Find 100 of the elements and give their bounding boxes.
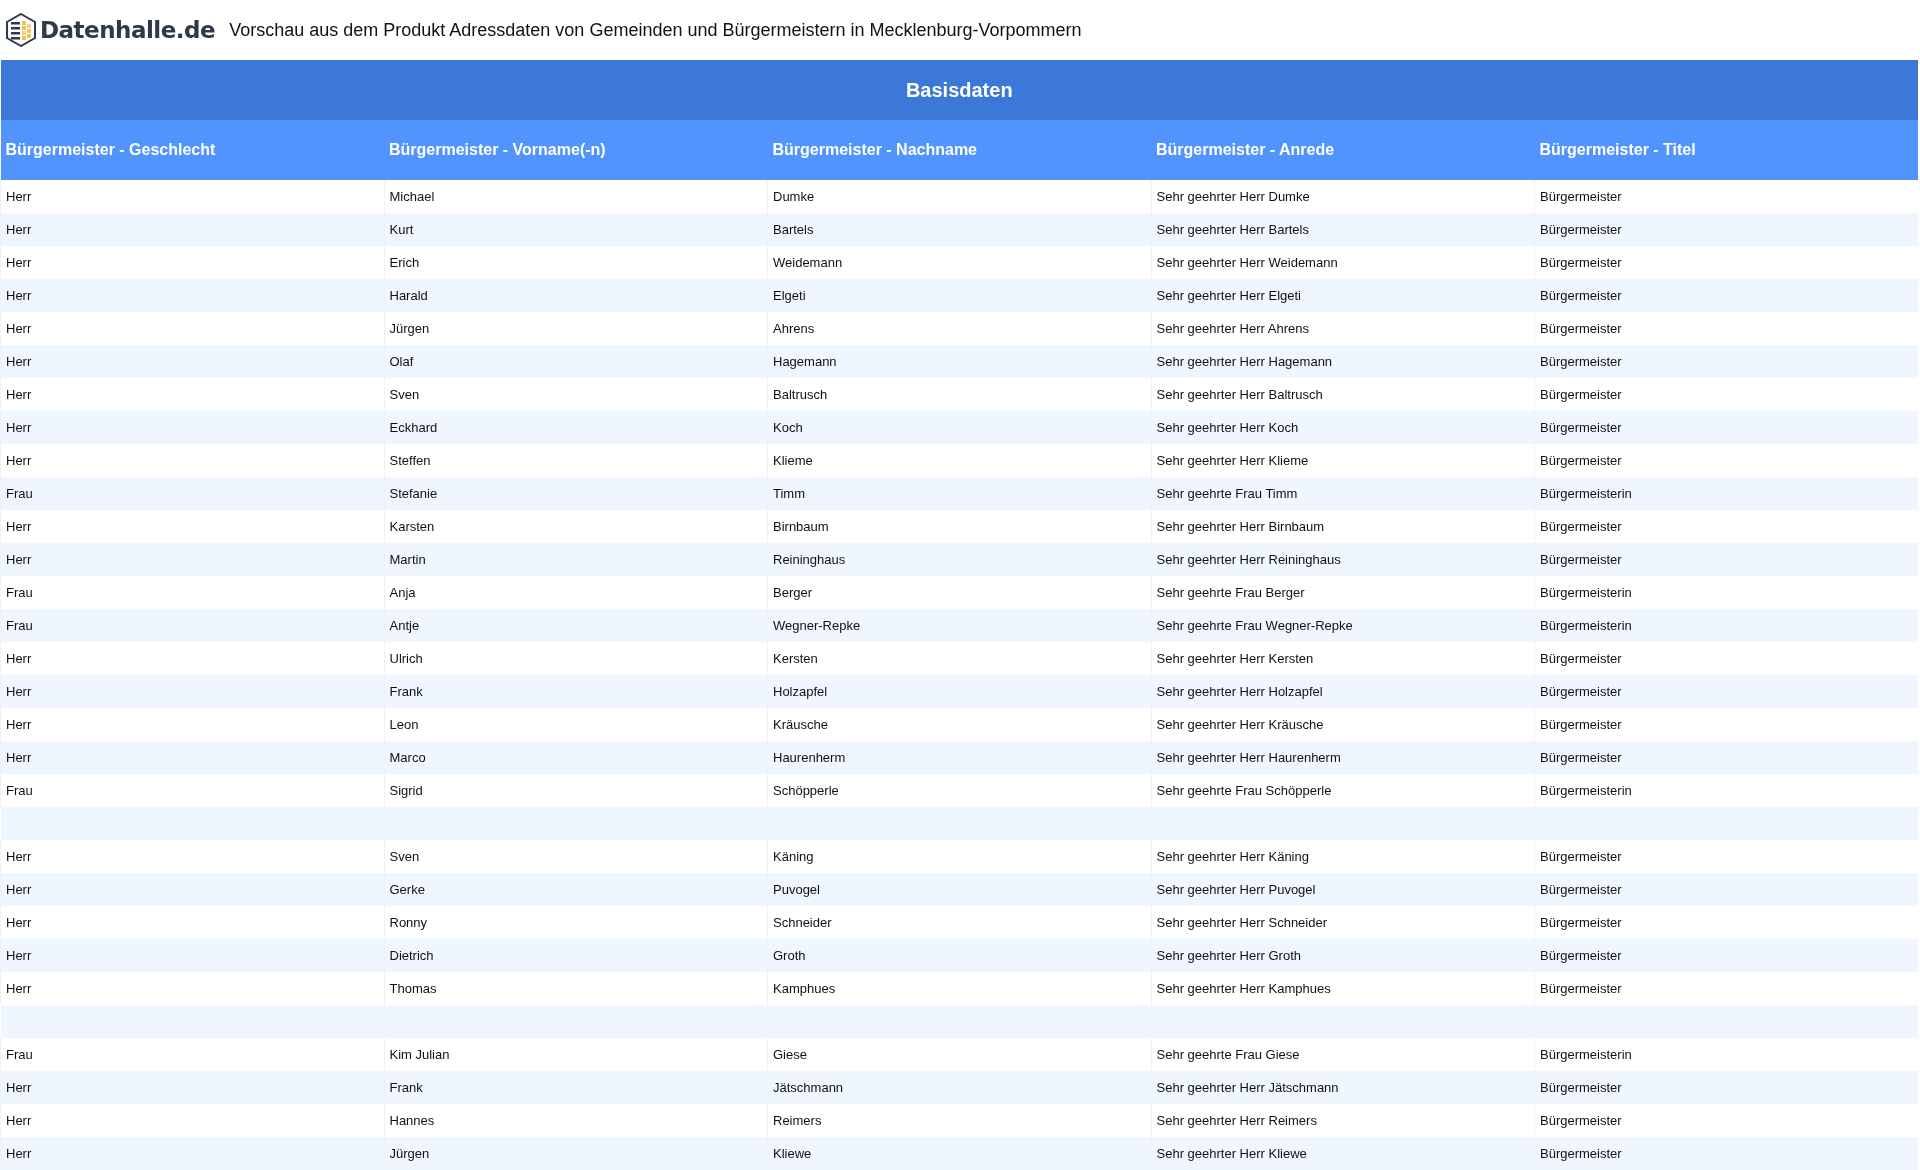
table-cell: Frau bbox=[0, 1038, 384, 1071]
table-cell: Sehr geehrter Herr Puvogel bbox=[1151, 873, 1535, 906]
table-cell: Eckhard bbox=[384, 411, 768, 444]
table-cell: Bürgermeister bbox=[1534, 180, 1918, 213]
table-cell: Olaf bbox=[384, 345, 768, 378]
logo[interactable]: Datenhalle.de bbox=[6, 13, 216, 47]
table-cell: Frank bbox=[384, 675, 768, 708]
table-cell: Sehr geehrter Herr Reimers bbox=[1151, 1104, 1535, 1137]
table-cell: Sehr geehrter Herr Groth bbox=[1151, 939, 1535, 972]
table-cell: Bürgermeisterin bbox=[1534, 477, 1918, 510]
table-cell: Sehr geehrte Frau Giese bbox=[1151, 1038, 1535, 1071]
table-cell: Bürgermeister bbox=[1534, 873, 1918, 906]
table-cell: Bürgermeister bbox=[1534, 411, 1918, 444]
table-cell: Sehr geehrter Herr Bartels bbox=[1151, 213, 1535, 246]
table-cell: Klieme bbox=[767, 444, 1151, 477]
table-cell: Kräusche bbox=[767, 708, 1151, 741]
table-cell: Birnbaum bbox=[767, 510, 1151, 543]
table-cell: Sehr geehrter Herr Jätschmann bbox=[1151, 1071, 1535, 1104]
column-header: Bürgermeister - Anrede bbox=[1151, 120, 1535, 180]
table-cell: Sehr geehrter Herr Baltrusch bbox=[1151, 378, 1535, 411]
table-cell: Herr bbox=[0, 180, 384, 213]
table-cell: Weidemann bbox=[767, 246, 1151, 279]
table-cell: Bürgermeister bbox=[1534, 1071, 1918, 1104]
table-cell: Koch bbox=[767, 411, 1151, 444]
table-cell: Sehr geehrte Frau Berger bbox=[1151, 576, 1535, 609]
table-cell: Bürgermeister bbox=[1534, 213, 1918, 246]
table-cell: Sehr geehrte Frau Schöpperle bbox=[1151, 774, 1535, 807]
page-title: Vorschau aus dem Produkt Adressdaten von Gemeinden und Bürgermeistern in Mecklenburg-Vorpommern bbox=[229, 19, 1082, 41]
table-cell: Bürgermeister bbox=[1534, 1137, 1918, 1170]
table-cell: Martin bbox=[384, 543, 768, 576]
table-cell: Sehr geehrte Frau Wegner-Repke bbox=[1151, 609, 1535, 642]
table-cell: Frau bbox=[0, 609, 384, 642]
table-cell: Berger bbox=[767, 576, 1151, 609]
table-cell: Herr bbox=[0, 741, 384, 774]
table-cell: Thomas bbox=[384, 972, 768, 1005]
group-header: Basisdaten bbox=[0, 60, 1918, 120]
table-cell: Bürgermeister bbox=[1534, 510, 1918, 543]
table-cell: Sehr geehrter Herr Elgeti bbox=[1151, 279, 1535, 312]
table-cell: Herr bbox=[0, 840, 384, 873]
table-cell: Reimers bbox=[767, 1104, 1151, 1137]
table-cell: Frau bbox=[0, 477, 384, 510]
table-cell: Bürgermeisterin bbox=[1534, 609, 1918, 642]
table-cell: Bürgermeister bbox=[1534, 741, 1918, 774]
table-cell: Hagemann bbox=[767, 345, 1151, 378]
table-cell: Ahrens bbox=[767, 312, 1151, 345]
table-cell: Karsten bbox=[384, 510, 768, 543]
column-header: Bürgermeister - Vorname(-n) bbox=[384, 120, 768, 180]
table-cell: Bartels bbox=[767, 213, 1151, 246]
table-cell: Bürgermeister bbox=[1534, 840, 1918, 873]
table-cell: Herr bbox=[0, 1071, 384, 1104]
table-cell: Harald bbox=[384, 279, 768, 312]
table-cell: Bürgermeister bbox=[1534, 312, 1918, 345]
table-cell: Elgeti bbox=[767, 279, 1151, 312]
table-cell: Herr bbox=[0, 213, 384, 246]
table-cell: Bürgermeister bbox=[1534, 543, 1918, 576]
table-cell: Herr bbox=[0, 708, 384, 741]
table-cell: Kim Julian bbox=[384, 1038, 768, 1071]
table-cell: Bürgermeister bbox=[1534, 906, 1918, 939]
table-cell: Bürgermeisterin bbox=[1534, 1038, 1918, 1071]
table-cell: Schneider bbox=[767, 906, 1151, 939]
table-cell: Herr bbox=[0, 279, 384, 312]
table-cell: Herr bbox=[0, 246, 384, 279]
column-header: Bürgermeister - Titel bbox=[1534, 120, 1918, 180]
table-cell: Steffen bbox=[384, 444, 768, 477]
table-cell: Bürgermeister bbox=[1534, 708, 1918, 741]
table-cell: Ulrich bbox=[384, 642, 768, 675]
table-cell: Bürgermeister bbox=[1534, 378, 1918, 411]
table-cell: Sehr geehrter Herr Klieme bbox=[1151, 444, 1535, 477]
table-cell: Herr bbox=[0, 873, 384, 906]
table-cell: Sehr geehrter Herr Dumke bbox=[1151, 180, 1535, 213]
table-cell: Bürgermeisterin bbox=[1534, 774, 1918, 807]
table-cell: Giese bbox=[767, 1038, 1151, 1071]
table-cell: Sigrid bbox=[384, 774, 768, 807]
table-cell: Herr bbox=[0, 1104, 384, 1137]
table-cell: Sehr geehrter Herr Reininghaus bbox=[1151, 543, 1535, 576]
table-cell: Bürgermeister bbox=[1534, 675, 1918, 708]
table-cell: Kurt bbox=[384, 213, 768, 246]
table-cell: Herr bbox=[0, 675, 384, 708]
table-cell: Puvogel bbox=[767, 873, 1151, 906]
table-cell: Sehr geehrter Herr Kliewe bbox=[1151, 1137, 1535, 1170]
table-cell: Käning bbox=[767, 840, 1151, 873]
table-cell: Herr bbox=[0, 510, 384, 543]
table-cell: Jätschmann bbox=[767, 1071, 1151, 1104]
table-cell: Groth bbox=[767, 939, 1151, 972]
table-cell: Anja bbox=[384, 576, 768, 609]
table-cell: Bürgermeisterin bbox=[1534, 576, 1918, 609]
table-cell: Frank bbox=[384, 1071, 768, 1104]
table-cell: Michael bbox=[384, 180, 768, 213]
table-cell: Erich bbox=[384, 246, 768, 279]
table-cell: Frau bbox=[0, 774, 384, 807]
table-cell: Wegner-Repke bbox=[767, 609, 1151, 642]
table-cell: Sehr geehrter Herr Schneider bbox=[1151, 906, 1535, 939]
table-cell: Haurenherm bbox=[767, 741, 1151, 774]
table-cell: Kliewe bbox=[767, 1137, 1151, 1170]
column-header: Bürgermeister - Geschlecht bbox=[0, 120, 384, 180]
table-cell: Stefanie bbox=[384, 477, 768, 510]
table-cell: Schöpperle bbox=[767, 774, 1151, 807]
table-cell: Herr bbox=[0, 378, 384, 411]
table-cell: Dumke bbox=[767, 180, 1151, 213]
table-cell: Sven bbox=[384, 378, 768, 411]
